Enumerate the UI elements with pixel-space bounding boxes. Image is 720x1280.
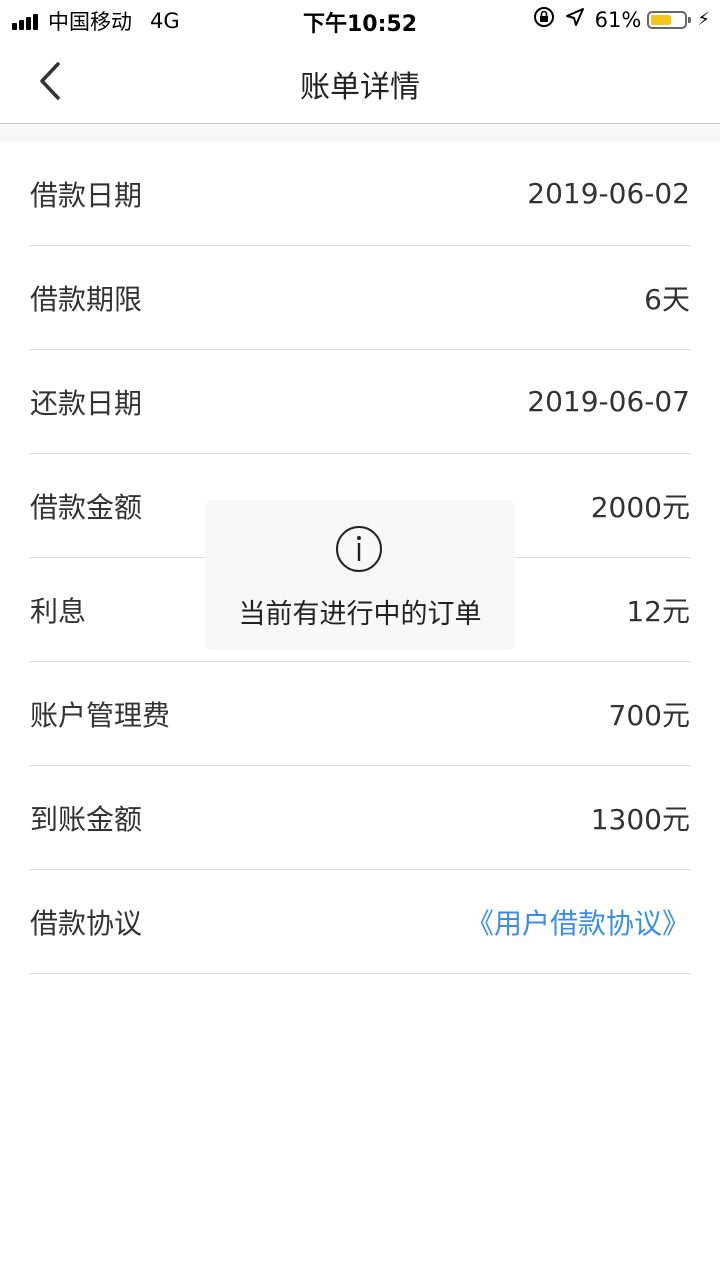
status-bar: 中国移动 4G 下午10:52 61% ⚡ xyxy=(0,0,720,40)
row-value: 6天 xyxy=(644,282,690,316)
page-title: 账单详情 xyxy=(300,70,420,105)
orientation-lock-icon xyxy=(533,6,555,33)
row-label: 到账金额 xyxy=(30,802,143,836)
row-value: 12元 xyxy=(626,594,690,628)
row-label: 还款日期 xyxy=(30,386,143,420)
detail-row-loan-date: 借款日期 2019-06-02 xyxy=(30,142,690,246)
row-value: 700元 xyxy=(608,698,690,732)
detail-row-loan-agreement: 借款协议 《用户借款协议》 xyxy=(30,870,690,974)
detail-row-management-fee: 账户管理费 700元 xyxy=(30,662,690,766)
row-value: 2000元 xyxy=(590,490,690,524)
location-arrow-icon xyxy=(565,7,585,32)
detail-row-received-amount: 到账金额 1300元 xyxy=(30,766,690,870)
row-label: 账户管理费 xyxy=(30,698,171,732)
status-right: 61% ⚡ xyxy=(533,6,710,33)
nav-bar: 账单详情 xyxy=(0,40,720,124)
battery-level xyxy=(651,14,672,25)
battery-percent: 61% xyxy=(594,7,642,32)
row-label: 利息 xyxy=(30,594,87,628)
charging-bolt-icon: ⚡ xyxy=(697,9,710,30)
loan-agreement-link[interactable]: 《用户借款协议》 xyxy=(466,902,690,942)
detail-row-repayment-date: 还款日期 2019-06-07 xyxy=(30,350,690,454)
info-icon xyxy=(336,526,382,572)
section-gap xyxy=(0,124,720,142)
toast-message: 当前有进行中的订单 xyxy=(205,500,515,650)
row-value: 2019-06-02 xyxy=(527,177,690,210)
row-label: 借款金额 xyxy=(30,490,143,524)
row-label: 借款协议 xyxy=(30,906,143,940)
row-value: 2019-06-07 xyxy=(527,385,690,418)
row-label: 借款期限 xyxy=(30,282,143,316)
detail-row-loan-term: 借款期限 6天 xyxy=(30,246,690,350)
row-value: 1300元 xyxy=(590,802,690,836)
toast-text: 当前有进行中的订单 xyxy=(238,599,482,630)
battery-icon xyxy=(647,10,692,29)
row-label: 借款日期 xyxy=(30,178,143,212)
